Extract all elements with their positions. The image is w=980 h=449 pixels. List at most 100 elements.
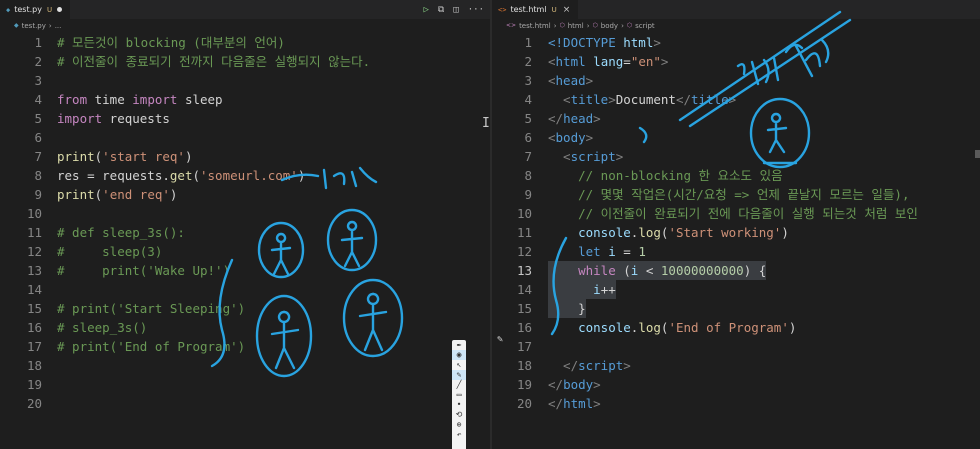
- code-token: # sleep(3): [57, 244, 163, 259]
- code-editor-left[interactable]: 1 # 모든것이 blocking (대부분의 언어) 2 # 이전줄이 종료되기 전…: [0, 33, 490, 413]
- code-token: "en": [630, 54, 661, 69]
- code-token: <: [548, 130, 556, 145]
- split-editor-icon[interactable]: ◫: [453, 5, 458, 15]
- code-token: log: [638, 225, 661, 240]
- code-line[interactable]: 20 </html>: [492, 394, 980, 413]
- code-line[interactable]: 2 <html lang="en">: [492, 52, 980, 71]
- code-text: print('start req'): [57, 147, 193, 166]
- ellipsis-icon[interactable]: ...: [55, 22, 62, 30]
- pen-icon[interactable]: ✒: [452, 340, 466, 350]
- unsaved-dot-icon[interactable]: [57, 7, 63, 12]
- line-icon[interactable]: ╱: [452, 380, 466, 390]
- breadcrumb-item[interactable]: html: [568, 22, 584, 30]
- close-icon[interactable]: ×: [563, 5, 571, 15]
- breadcrumb-item[interactable]: body: [601, 22, 618, 30]
- element-icon: ⬡: [626, 22, 633, 29]
- code-line[interactable]: 18: [0, 356, 490, 375]
- scrollbar-thumb[interactable]: [975, 150, 980, 158]
- code-text: }: [548, 299, 586, 318]
- code-line[interactable]: 7 print('start req'): [0, 147, 490, 166]
- breadcrumb-item[interactable]: test.html: [519, 22, 551, 30]
- code-line[interactable]: 17: [492, 337, 980, 356]
- code-line[interactable]: 2 # 이전줄이 종료되기 전까지 다음줄은 실행되지 않는다.: [0, 52, 490, 71]
- code-token: # def sleep_3s():: [57, 225, 185, 240]
- pencil-icon: ✎: [497, 334, 504, 345]
- line-number: 4: [34, 92, 42, 107]
- code-line[interactable]: 14 i++: [492, 280, 980, 299]
- code-line[interactable]: 8 // non-blocking 한 요소도 있음: [492, 166, 980, 185]
- code-line[interactable]: 19 </body>: [492, 375, 980, 394]
- code-line[interactable]: 17 # print('End of Program'): [0, 337, 490, 356]
- eye-icon[interactable]: ◉: [452, 350, 466, 360]
- code-line[interactable]: 8 res = requests.get('someurl.com'): [0, 166, 490, 185]
- code-line[interactable]: 3 <head>: [492, 71, 980, 90]
- code-line[interactable]: 16 console.log('End of Program'): [492, 318, 980, 337]
- code-line[interactable]: 13 while (i < 10000000000) {: [492, 261, 980, 280]
- dot-icon[interactable]: •: [452, 400, 466, 410]
- code-token: (: [615, 263, 631, 278]
- line-number: 17: [26, 339, 42, 354]
- code-line[interactable]: 10 // 이전줄이 완료되기 전에 다음줄이 실행 되는것 처럼 보인: [492, 204, 980, 223]
- code-text: res = requests.get('someurl.com'): [57, 166, 305, 185]
- code-token: (: [192, 168, 200, 183]
- line-number: 10: [26, 206, 42, 221]
- code-line[interactable]: 12 let i = 1: [492, 242, 980, 261]
- code-line[interactable]: 5 </head>: [492, 109, 980, 128]
- undo-icon[interactable]: ↶: [452, 430, 466, 440]
- select-icon[interactable]: ↖: [452, 360, 466, 370]
- code-token: ): [781, 225, 789, 240]
- code-line[interactable]: 3: [0, 71, 490, 90]
- code-text: # 이전줄이 종료되기 전까지 다음줄은 실행되지 않는다.: [57, 52, 370, 71]
- target-icon[interactable]: ⊕: [452, 420, 466, 430]
- highlighter-icon[interactable]: ✎: [452, 370, 466, 380]
- more-icon[interactable]: ···: [468, 5, 484, 15]
- code-line[interactable]: 14: [0, 280, 490, 299]
- code-line[interactable]: 4 from time import sleep: [0, 90, 490, 109]
- code-line[interactable]: 1 # 모든것이 blocking (대부분의 언어): [0, 33, 490, 52]
- code-line[interactable]: 18 </script>: [492, 356, 980, 375]
- code-editor-right[interactable]: 1 <!DOCTYPE html> 2 <html lang="en"> 3 <head>…: [492, 33, 980, 413]
- code-line[interactable]: 16 # sleep_3s(): [0, 318, 490, 337]
- code-line[interactable]: 15 }: [492, 299, 980, 318]
- code-line[interactable]: 1 <!DOCTYPE html>: [492, 33, 980, 52]
- line-number: 20: [516, 396, 532, 411]
- code-line[interactable]: 9 print('end req'): [0, 185, 490, 204]
- code-line[interactable]: 11 console.log('Start working'): [492, 223, 980, 242]
- code-text: <body>: [548, 128, 593, 147]
- code-token: >: [593, 111, 601, 126]
- code-line[interactable]: 5 import requests: [0, 109, 490, 128]
- code-line[interactable]: 13 # print('Wake Up!'): [0, 261, 490, 280]
- code-line[interactable]: 9 // 몇몇 작업은(시간/요청 => 언제 끝날지 모르는 일들),: [492, 185, 980, 204]
- code-token: 'Start working': [668, 225, 782, 240]
- line-number: 18: [516, 358, 532, 373]
- code-token: # print('Start Sleeping'): [57, 301, 246, 316]
- tab-test-html[interactable]: <> test.html U ×: [492, 0, 579, 19]
- code-line[interactable]: 4 <title>Document</title>: [492, 90, 980, 109]
- code-token: >: [593, 377, 601, 392]
- shape-icon[interactable]: ⟲: [452, 410, 466, 420]
- code-text: # print('Start Sleeping'): [57, 299, 245, 318]
- line-number: 13: [26, 263, 42, 278]
- code-token: lang: [585, 54, 624, 69]
- code-token: requests: [102, 111, 170, 126]
- run-icon[interactable]: ▷: [423, 5, 428, 15]
- code-text: # 모든것이 blocking (대부분의 언어): [57, 33, 285, 52]
- code-line[interactable]: 11 # def sleep_3s():: [0, 223, 490, 242]
- code-line[interactable]: 19: [0, 375, 490, 394]
- code-line[interactable]: 6: [0, 128, 490, 147]
- code-line[interactable]: 10: [0, 204, 490, 223]
- line-number: 3: [524, 73, 532, 88]
- code-line[interactable]: 12 # sleep(3): [0, 242, 490, 261]
- line-number: 12: [516, 244, 532, 259]
- code-line[interactable]: 7 <script>: [492, 147, 980, 166]
- breadcrumb-item[interactable]: script: [635, 22, 655, 30]
- code-token: // non-blocking 한 요소도 있음: [548, 168, 783, 183]
- tab-test-py[interactable]: ◆ test.py U: [0, 0, 71, 19]
- code-line[interactable]: 15 # print('Start Sleeping'): [0, 299, 490, 318]
- compare-icon[interactable]: ⧉: [438, 5, 444, 15]
- code-line[interactable]: 6 <body>: [492, 128, 980, 147]
- code-token: # 이전줄이 종료되기 전까지 다음줄은 실행되지 않는다.: [57, 54, 371, 69]
- eraser-icon[interactable]: ▭: [452, 390, 466, 400]
- breadcrumb-file[interactable]: test.py: [22, 22, 46, 30]
- code-line[interactable]: 20: [0, 394, 490, 413]
